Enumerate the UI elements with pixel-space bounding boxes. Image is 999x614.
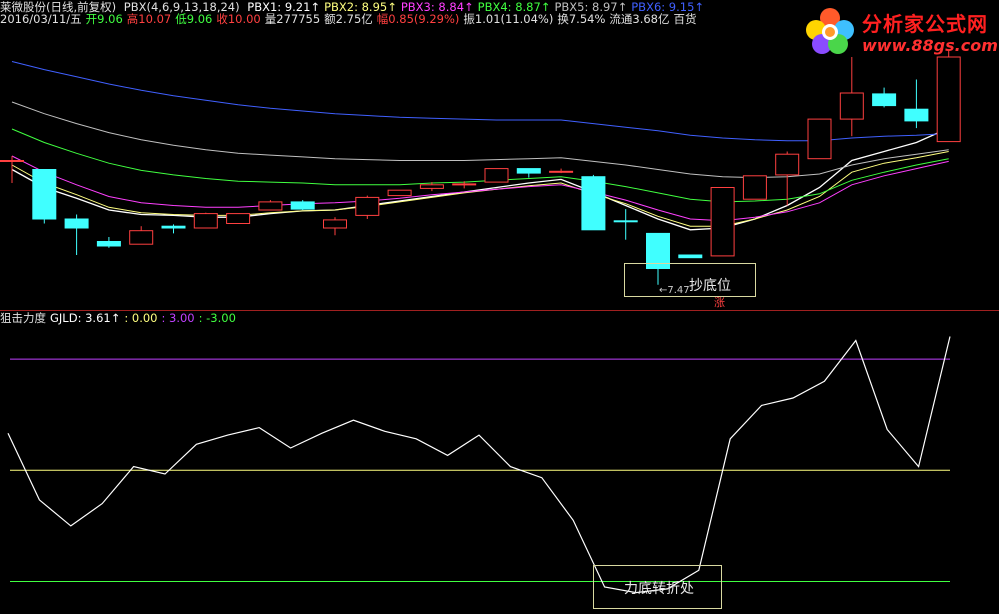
turn-point-callout: 力底转折处 — [593, 565, 722, 609]
chart-stage — [0, 0, 999, 610]
ma-line-PBX3 — [11, 155, 949, 222]
candle-body — [549, 170, 574, 173]
low-value-label: ←7.47 — [659, 285, 690, 296]
candle-body — [387, 189, 412, 197]
candle-body — [872, 93, 897, 107]
candle-body — [258, 201, 283, 211]
candle-body — [64, 218, 89, 229]
candle-body — [936, 56, 961, 143]
candle-body — [226, 213, 251, 225]
candle-body — [581, 176, 606, 231]
candle-body — [193, 213, 218, 229]
candle-body — [904, 108, 929, 122]
candle-body — [32, 169, 57, 220]
quote-item-4: 收10.00 — [216, 12, 261, 26]
indicator-value-1: GJLD: 3.61↑ — [50, 311, 121, 325]
candle-body — [419, 184, 444, 189]
buy-label: 抄底位 — [689, 278, 731, 294]
candle-body — [484, 168, 509, 183]
candle-body — [161, 225, 186, 229]
quote-item-1: 开9.06 — [85, 12, 123, 26]
candle-body — [0, 160, 24, 162]
candle-body — [323, 219, 347, 229]
turn-label: 力底转折处 — [624, 581, 694, 597]
candle-body — [710, 187, 735, 257]
indicator-value-0: 狙击力度 — [0, 311, 46, 325]
indicator-value-3: : 3.00 — [161, 311, 195, 325]
candle-body — [678, 254, 703, 259]
candle-body — [807, 118, 832, 160]
flower-logo-icon — [806, 8, 854, 54]
quote-item-5: 量277755 — [264, 12, 321, 26]
indicator-value-2: : 0.00 — [124, 311, 158, 325]
site-logo: 分析家公式网 www.88gs.com — [800, 2, 998, 60]
logo-url: www.88gs.com — [862, 36, 998, 55]
quote-item-8: 振1.01(11.04%) — [463, 12, 554, 26]
price-header-row2: 2016/03/11/五 开9.06 高10.07 低9.06 收10.00 量27775… — [0, 12, 705, 26]
candle-body — [742, 175, 767, 200]
indicator-value-4: : -3.00 — [198, 311, 236, 325]
main-price-pane — [0, 50, 961, 285]
indicator-pane — [7, 336, 951, 594]
candle-body — [355, 196, 380, 216]
candle-body — [129, 230, 154, 245]
chart-canvas — [0, 50, 999, 594]
quote-item-10: 流通3.68亿 — [609, 12, 670, 26]
candle-body — [290, 201, 315, 210]
candle-body — [613, 220, 638, 223]
quote-item-9: 换7.54% — [557, 12, 606, 26]
candle-body — [452, 183, 477, 186]
gjld-line — [7, 336, 951, 594]
quote-item-7: 幅0.85(9.29%) — [376, 12, 460, 26]
quote-item-3: 低9.06 — [175, 12, 213, 26]
quote-item-11: 百货 — [673, 12, 697, 26]
candle-body — [775, 153, 800, 176]
quote-item-2: 高10.07 — [126, 12, 172, 26]
buy-zone-callout: 抄底位 ←7.47 — [624, 263, 756, 297]
logo-text: 分析家公式网 — [862, 12, 988, 36]
candle-body — [96, 241, 121, 247]
rise-marker: 涨 — [714, 296, 725, 309]
candle-body — [839, 92, 864, 120]
quote-item-6: 额2.75亿 — [324, 12, 373, 26]
quote-item-0: 2016/03/11/五 — [0, 12, 82, 26]
candle-body — [516, 168, 541, 174]
indicator-header: 狙击力度 GJLD: 3.61↑: 0.00: 3.00: -3.00 — [0, 311, 244, 325]
